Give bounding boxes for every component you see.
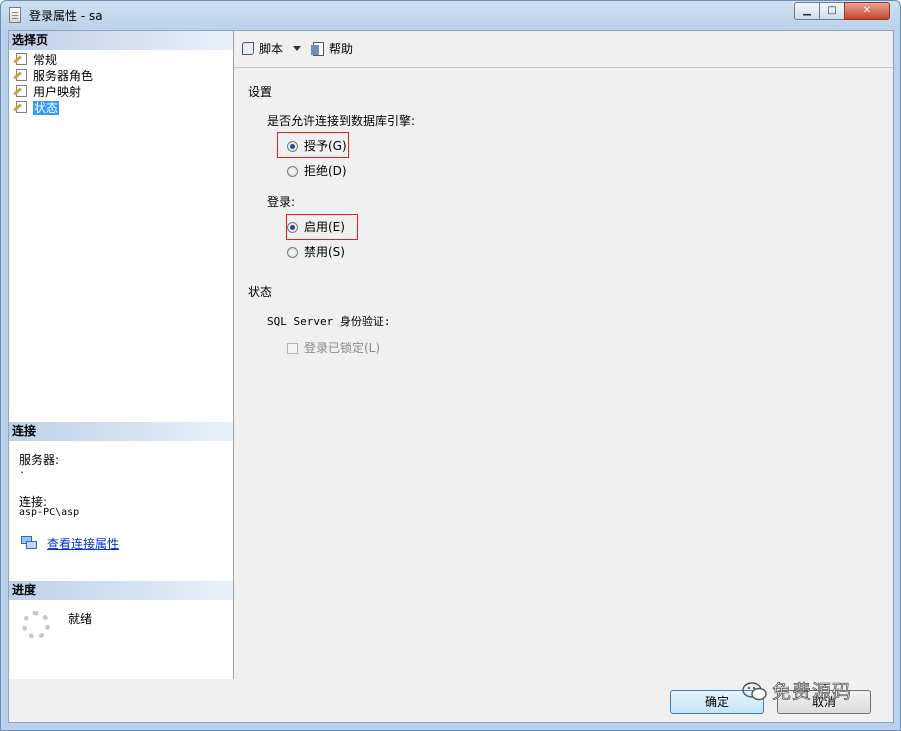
connection-header: 连接 bbox=[9, 422, 233, 441]
radio-dot bbox=[287, 166, 298, 177]
page-item-status[interactable]: 状态 bbox=[13, 100, 60, 116]
chevron-down-icon[interactable] bbox=[293, 46, 302, 51]
close-button[interactable]: ✕ bbox=[844, 2, 890, 20]
deny-label: 拒绝(D) bbox=[304, 164, 347, 178]
progress-status: 就绪 bbox=[68, 612, 93, 626]
progress-spinner-icon bbox=[22, 611, 50, 639]
radio-dot bbox=[287, 141, 298, 152]
document-icon bbox=[9, 7, 21, 23]
progress-header: 进度 bbox=[9, 581, 233, 600]
page-item-user-mapping[interactable]: 用户映射 bbox=[13, 84, 81, 100]
login-label: 登录: bbox=[267, 195, 296, 209]
dialog-client-area: 选择页 常规 服务器角色 用户映射 状态 连接 服务器: . 连接: asp-P… bbox=[8, 30, 894, 723]
deny-radio[interactable]: 拒绝(D) bbox=[287, 163, 347, 179]
right-pane: 脚本 帮助 设置 是否允许连接到数据库引擎: 授予(G) 拒绝(D) 登录: 启… bbox=[234, 31, 893, 679]
login-locked-label: 登录已锁定(L) bbox=[304, 341, 381, 355]
grant-radio[interactable]: 授予(G) bbox=[287, 138, 347, 154]
minimize-button[interactable]: ▁ bbox=[794, 2, 820, 20]
page-item-general[interactable]: 常规 bbox=[13, 52, 57, 68]
select-page-header: 选择页 bbox=[9, 31, 233, 50]
toolbar: 脚本 帮助 bbox=[234, 31, 893, 68]
title-bar[interactable]: 登录属性 - sa ▁ □ ✕ bbox=[1, 1, 900, 29]
page-item-label: 用户映射 bbox=[33, 85, 82, 99]
radio-dot bbox=[287, 222, 298, 233]
view-connection-properties-link[interactable]: 查看连接属性 bbox=[47, 535, 119, 552]
disable-label: 禁用(S) bbox=[304, 245, 345, 259]
status-header: 状态 bbox=[248, 285, 273, 299]
enable-radio[interactable]: 启用(E) bbox=[287, 219, 345, 235]
maximize-button[interactable]: □ bbox=[819, 2, 845, 20]
page-settings-icon bbox=[13, 69, 29, 82]
server-value: . bbox=[19, 465, 26, 476]
login-properties-window: 登录属性 - sa ▁ □ ✕ 选择页 常规 服务器角色 用户映射 状态 连接 … bbox=[0, 0, 901, 731]
radio-dot bbox=[287, 247, 298, 258]
checkbox-box bbox=[287, 343, 298, 354]
help-label: 帮助 bbox=[329, 42, 354, 56]
page-item-server-roles[interactable]: 服务器角色 bbox=[13, 68, 93, 84]
page-item-label: 状态 bbox=[33, 101, 60, 115]
grant-label: 授予(G) bbox=[304, 139, 347, 153]
sql-auth-label: SQL Server 身份验证: bbox=[267, 315, 391, 328]
page-item-label: 服务器角色 bbox=[33, 69, 94, 83]
wechat-watermark-icon bbox=[742, 682, 767, 701]
script-icon bbox=[241, 42, 256, 56]
help-icon bbox=[311, 42, 326, 56]
connection-value: asp-PC\asp bbox=[19, 507, 80, 518]
disable-radio[interactable]: 禁用(S) bbox=[287, 244, 345, 260]
login-locked-checkbox[interactable]: 登录已锁定(L) bbox=[287, 340, 380, 356]
window-title: 登录属性 - sa bbox=[29, 9, 103, 23]
page-settings-icon bbox=[13, 53, 29, 66]
page-item-label: 常规 bbox=[33, 53, 58, 67]
help-button[interactable]: 帮助 bbox=[311, 40, 353, 58]
watermark-text: 免费源码 bbox=[772, 681, 853, 704]
settings-header: 设置 bbox=[248, 85, 273, 99]
enable-label: 启用(E) bbox=[304, 220, 345, 234]
script-label: 脚本 bbox=[259, 42, 284, 56]
page-settings-icon bbox=[13, 85, 29, 98]
page-settings-icon bbox=[13, 101, 29, 114]
connection-properties-icon bbox=[21, 536, 37, 550]
connect-permission-label: 是否允许连接到数据库引擎: bbox=[267, 114, 416, 128]
left-pane: 选择页 常规 服务器角色 用户映射 状态 连接 服务器: . 连接: asp-P… bbox=[9, 31, 234, 679]
script-button[interactable]: 脚本 bbox=[241, 40, 302, 58]
